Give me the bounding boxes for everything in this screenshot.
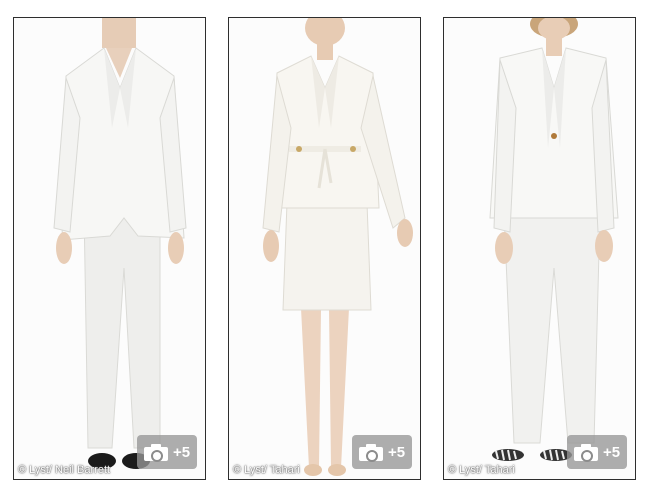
camera-icon	[573, 443, 598, 462]
camera-icon	[358, 443, 383, 462]
suit-photo-1	[14, 18, 205, 479]
suit-photo-2	[229, 18, 420, 479]
suit-photo-3	[444, 18, 635, 479]
camera-icon	[143, 443, 168, 462]
photo-card-3[interactable]: © Lyst/ Tahari +5	[443, 17, 636, 480]
gallery-more-button[interactable]: +5	[567, 435, 627, 469]
photo-card-1[interactable]: © Lyst/ Neil Barrett +5	[13, 17, 206, 480]
photo-card-2[interactable]: © Lyst/ Tahari +5	[228, 17, 421, 480]
more-count: +5	[602, 443, 621, 461]
gallery-more-button[interactable]: +5	[352, 435, 412, 469]
more-count: +5	[387, 443, 406, 461]
photo-credit: © Lyst/ Neil Barrett	[18, 464, 111, 476]
photo-credit: © Lyst/ Tahari	[448, 464, 515, 476]
photo-credit: © Lyst/ Tahari	[233, 464, 300, 476]
more-count: +5	[172, 443, 191, 461]
gallery-more-button[interactable]: +5	[137, 435, 197, 469]
